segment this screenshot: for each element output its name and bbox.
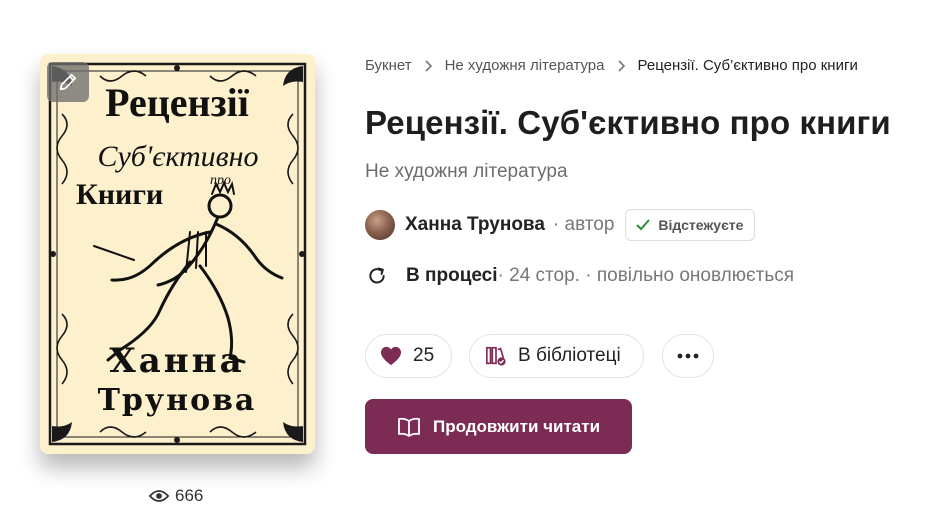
cover-author-last: Трунова bbox=[98, 383, 257, 418]
book-title: Рецензії. Суб'єктивно про книги bbox=[365, 104, 891, 141]
more-options-button[interactable] bbox=[662, 334, 714, 378]
status-state: В процесі bbox=[406, 265, 498, 286]
author-name[interactable]: Ханна Трунова bbox=[405, 214, 545, 236]
cover-author-first: Ханна bbox=[109, 341, 244, 381]
views-counter: 666 bbox=[149, 486, 203, 506]
follow-label: Відстежуєте bbox=[658, 217, 744, 233]
chevron-right-icon bbox=[617, 59, 626, 72]
follow-button[interactable]: Відстежуєте bbox=[625, 209, 756, 241]
continue-reading-button[interactable]: Продовжити читати bbox=[365, 399, 632, 454]
status-row: В процесі · 24 стор. · повільно оновлюєт… bbox=[367, 265, 794, 287]
breadcrumb-current: Рецензії. Суб’єктивно про книги bbox=[637, 57, 858, 74]
pencil-icon bbox=[59, 73, 77, 91]
cover-title-line4: Книги bbox=[76, 178, 163, 211]
author-role: · автор bbox=[552, 214, 615, 235]
library-label: В бібліотеці bbox=[518, 345, 621, 366]
chevron-right-icon bbox=[424, 59, 433, 72]
more-dots-icon bbox=[677, 353, 699, 359]
cover-title-line3: про bbox=[210, 173, 231, 188]
views-count: 666 bbox=[175, 486, 204, 505]
check-icon bbox=[636, 219, 651, 231]
book-cover-art: Рецензії Суб'єктивно про Книги Ханна Тру… bbox=[48, 62, 307, 446]
cover-title-line1: Рецензії bbox=[105, 80, 250, 125]
eye-icon bbox=[149, 490, 169, 502]
edit-cover-button[interactable] bbox=[47, 62, 89, 102]
breadcrumb-home[interactable]: Букнет bbox=[365, 57, 412, 74]
book-genre[interactable]: Не художня література bbox=[365, 161, 568, 183]
book-cover[interactable]: Рецензії Суб'єктивно про Книги Ханна Тру… bbox=[40, 54, 315, 454]
breadcrumb-category[interactable]: Не художня література bbox=[445, 57, 605, 74]
open-book-icon bbox=[398, 417, 420, 437]
author-row: Ханна Трунова · автор Відстежуєте bbox=[365, 208, 756, 242]
library-button[interactable]: В бібліотеці bbox=[469, 334, 644, 378]
status-details: · 24 стор. · повільно оновлюється bbox=[497, 265, 795, 286]
likes-count: 25 bbox=[413, 345, 435, 366]
refresh-icon bbox=[369, 267, 385, 284]
like-button[interactable]: 25 bbox=[365, 334, 452, 378]
continue-reading-label: Продовжити читати bbox=[432, 416, 601, 436]
avatar[interactable] bbox=[365, 210, 395, 240]
breadcrumb: Букнет Не художня література Рецензії. С… bbox=[365, 57, 858, 74]
library-icon bbox=[486, 346, 506, 366]
heart-icon bbox=[381, 346, 401, 366]
cover-title-line2: Суб'єктивно bbox=[97, 140, 258, 173]
